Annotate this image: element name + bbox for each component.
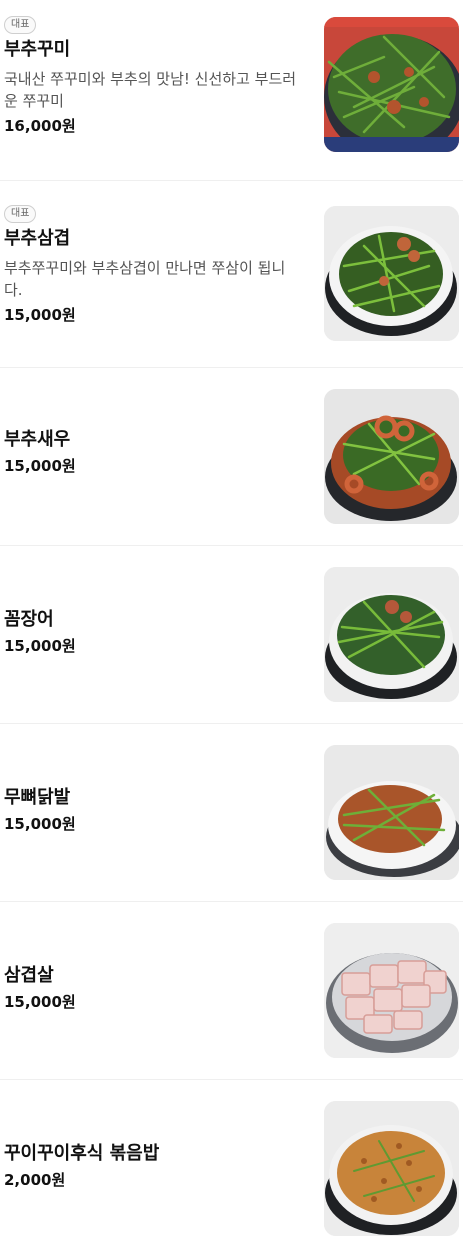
menu-item[interactable]: 꼼장어 15,000원 xyxy=(0,546,463,724)
menu-item-name: 부추꾸미 xyxy=(4,39,71,60)
menu-item-name: 부추삼겹 xyxy=(4,228,71,249)
menu-item[interactable]: 삼겹살 15,000원 xyxy=(0,902,463,1080)
menu-item[interactable]: 꾸이꾸이후식 볶음밥 2,000원 xyxy=(0,1080,463,1250)
menu-item-info: 삼겹살 15,000원 xyxy=(4,960,304,1012)
menu-item-image[interactable] xyxy=(324,206,459,341)
menu-item-image[interactable] xyxy=(324,567,459,702)
menu-item-info: 꾸이꾸이후식 볶음밥 2,000원 xyxy=(4,1138,304,1190)
menu-item-name: 부추새우 xyxy=(4,429,71,450)
menu-item-description: 부추쭈꾸미와 부추삼겹이 만나면 쭈삼이 됩니다. xyxy=(4,259,286,299)
menu-item-image[interactable] xyxy=(324,17,459,152)
food-image xyxy=(324,745,459,880)
menu-item-price: 16,000원 xyxy=(4,117,76,135)
menu-item-price: 15,000원 xyxy=(4,306,76,324)
food-image xyxy=(324,923,459,1058)
menu-item-image[interactable] xyxy=(324,923,459,1058)
menu-item[interactable]: 대표 부추꾸미 국내산 쭈꾸미와 부추의 맛남! 신선하고 부드러운 쭈꾸미 1… xyxy=(0,0,463,181)
menu-item[interactable]: 대표 부추삼겹 부추쭈꾸미와 부추삼겹이 만나면 쭈삼이 됩니다. 15,000… xyxy=(0,181,463,368)
menu-item-price: 15,000원 xyxy=(4,637,76,655)
signature-badge: 대표 xyxy=(4,16,37,34)
menu-item-image[interactable] xyxy=(324,1101,459,1236)
menu-item-info: 무뼈닭발 15,000원 xyxy=(4,782,304,834)
menu-item-price: 15,000원 xyxy=(4,993,76,1011)
menu-item-name: 꾸이꾸이후식 볶음밥 xyxy=(4,1143,160,1164)
food-image xyxy=(324,1101,459,1236)
menu-item[interactable]: 부추새우 15,000원 xyxy=(0,368,463,546)
menu-item-price: 2,000원 xyxy=(4,1171,66,1189)
menu-item-info: 부추새우 15,000원 xyxy=(4,424,304,476)
menu-item-image[interactable] xyxy=(324,745,459,880)
signature-badge: 대표 xyxy=(4,205,37,223)
menu-item-info: 대표 부추꾸미 국내산 쭈꾸미와 부추의 맛남! 신선하고 부드러운 쭈꾸미 1… xyxy=(4,12,304,136)
food-image xyxy=(324,389,459,524)
menu-item-description: 국내산 쭈꾸미와 부추의 맛남! 신선하고 부드러운 쭈꾸미 xyxy=(4,70,297,110)
menu-item-info: 꼼장어 15,000원 xyxy=(4,604,304,656)
food-image xyxy=(324,567,459,702)
menu-item[interactable]: 무뼈닭발 15,000원 xyxy=(0,724,463,902)
food-image xyxy=(324,17,459,152)
menu-item-price: 15,000원 xyxy=(4,815,76,833)
menu-item-name: 무뼈닭발 xyxy=(4,787,71,808)
menu-item-name: 꼼장어 xyxy=(4,609,54,630)
food-image xyxy=(324,206,459,341)
menu-item-image[interactable] xyxy=(324,389,459,524)
menu-item-name: 삼겹살 xyxy=(4,965,54,986)
menu-item-info: 대표 부추삼겹 부추쭈꾸미와 부추삼겹이 만나면 쭈삼이 됩니다. 15,000… xyxy=(4,201,304,325)
menu-item-price: 15,000원 xyxy=(4,457,76,475)
